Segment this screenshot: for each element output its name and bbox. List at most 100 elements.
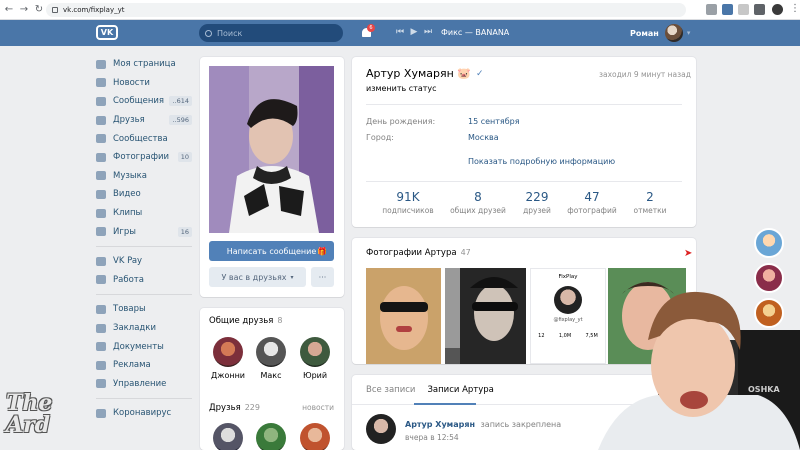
friend-item[interactable] — [293, 423, 337, 450]
city-label: Город: — [366, 133, 394, 142]
lock-icon — [52, 7, 58, 13]
sidebar-item-music[interactable]: Музыка — [96, 167, 196, 186]
write-message-button[interactable]: Написать сообщение 🎁 — [209, 241, 334, 261]
show-more-info-link[interactable]: Показать подробную информацию — [468, 157, 615, 166]
online-status: заходил 9 минут назад — [599, 70, 691, 79]
extension-icon[interactable] — [754, 4, 765, 15]
sidebar-item-photos[interactable]: Фотографии 10 — [96, 148, 196, 167]
divider — [366, 181, 682, 182]
photo-thumbnail-dark[interactable] — [460, 268, 526, 364]
play-icon[interactable]: ▶ — [407, 27, 421, 37]
sidebar-item-video[interactable]: Видео — [96, 185, 196, 204]
avatar — [213, 423, 243, 450]
extension-icon[interactable] — [738, 4, 749, 15]
profile-name: Артур Хумарян 🐷 ✓ — [366, 67, 484, 80]
stat-common-friends[interactable]: 8 общих друзей — [448, 190, 508, 215]
avatar — [300, 423, 330, 450]
side-menu: Моя страница Новости Сообщения ..614 Друз… — [96, 55, 196, 423]
more-actions-button[interactable]: ··· — [311, 267, 334, 287]
previous-track-icon[interactable]: ⏮ — [393, 27, 407, 37]
post-author[interactable]: Артур Хумарян — [405, 420, 475, 429]
sidebar-item-my-page[interactable]: Моя страница — [96, 55, 196, 74]
avatar[interactable] — [366, 414, 396, 444]
reload-icon[interactable]: ↻ — [33, 4, 45, 15]
url-text: vk.com/fixplay_yt — [63, 6, 125, 14]
vk-logo[interactable]: VK — [96, 25, 118, 40]
friend-item[interactable]: Юрий — [293, 337, 337, 380]
photo-thumbnail[interactable] — [366, 268, 441, 364]
sidebar-item-bookmarks[interactable]: Закладки — [96, 319, 196, 338]
sidebar-item-goods[interactable]: Товары — [96, 300, 196, 319]
divider — [366, 104, 682, 105]
goods-icon — [96, 304, 106, 314]
stat-followers[interactable]: 91K подписчиков — [378, 190, 438, 215]
stat-friends[interactable]: 229 друзей — [507, 190, 567, 215]
chair-brand-text: OSHKA — [748, 385, 780, 394]
user-name: Роман — [630, 28, 659, 38]
sidebar-item-clips[interactable]: Клипы — [96, 204, 196, 223]
sidebar-item-games[interactable]: Игры 16 — [96, 222, 196, 241]
extension-icon[interactable] — [706, 4, 717, 15]
photos-header[interactable]: Фотографии Артура 47 — [366, 248, 471, 258]
search-icon — [205, 29, 212, 37]
friend-item[interactable]: Макс — [249, 337, 293, 380]
sidebar-item-ads[interactable]: Реклама — [96, 356, 196, 375]
back-icon[interactable]: ← — [3, 4, 15, 15]
avatar[interactable] — [754, 228, 784, 258]
friend-item[interactable] — [249, 423, 293, 450]
friend-item[interactable] — [206, 423, 250, 450]
photo-thumbnail-profile[interactable]: FixPlay @fixplay_yt 12 1,0M 7,5M — [530, 268, 606, 364]
camera-icon — [96, 152, 106, 162]
tab-owner-posts[interactable]: Записи Артура — [427, 385, 493, 395]
sidebar-item-work[interactable]: Работа — [96, 271, 196, 290]
next-track-icon[interactable]: ⏭ — [421, 27, 435, 37]
mini-profile-handle: @fixplay_yt — [553, 317, 583, 323]
avatar — [664, 24, 683, 42]
verified-icon: ✓ — [475, 68, 484, 79]
birthday-value[interactable]: 15 сентября — [468, 117, 520, 126]
profile-avatar[interactable] — [772, 4, 783, 15]
post-time[interactable]: вчера в 12:54 — [405, 433, 459, 442]
birthday-label: День рождения: — [366, 117, 436, 126]
sidebar-item-documents[interactable]: Документы — [96, 337, 196, 356]
friends-header[interactable]: Друзья 229 новости — [209, 403, 334, 413]
sidebar-item-manage[interactable]: Управление — [96, 375, 196, 394]
track-title[interactable]: Фикс — BANANA — [441, 28, 509, 37]
stat-photos[interactable]: 47 фотографий — [562, 190, 622, 215]
sidebar-item-vkpay[interactable]: VK Pay — [96, 252, 196, 271]
change-status-link[interactable]: изменить статус — [366, 84, 437, 93]
address-bar[interactable]: vk.com/fixplay_yt — [46, 3, 686, 17]
menu-divider — [96, 398, 192, 400]
user-menu[interactable]: Роман ▾ — [630, 24, 690, 42]
profile-photo[interactable] — [209, 66, 334, 233]
sidebar-item-news[interactable]: Новости — [96, 74, 196, 93]
friends-count: ..596 — [169, 115, 192, 126]
work-icon — [96, 275, 106, 285]
search-input[interactable]: Поиск — [199, 24, 343, 42]
friends-icon — [96, 115, 106, 125]
notifications-button[interactable]: 6 — [362, 24, 375, 38]
stat-tags[interactable]: 2 отметки — [620, 190, 680, 215]
friends-status-button[interactable]: У вас в друзьях ▾ — [209, 267, 306, 287]
tab-all-posts[interactable]: Все записи — [366, 385, 415, 395]
menu-icon[interactable]: ⋮ — [789, 3, 800, 14]
forward-icon[interactable]: → — [18, 4, 30, 15]
menu-divider — [96, 294, 192, 296]
friend-item[interactable]: Джонни — [206, 337, 250, 380]
sidebar-item-communities[interactable]: Сообщества — [96, 129, 196, 148]
home-icon — [96, 59, 106, 69]
extension-icon[interactable] — [722, 4, 733, 15]
search-placeholder: Поиск — [217, 28, 243, 38]
messages-count: ..614 — [169, 96, 192, 107]
vk-header: VK Поиск 6 ⏮ ▶ ⏭ Фикс — BANANA Роман ▾ — [0, 20, 800, 46]
common-friends-header[interactable]: Общие друзья 8 — [209, 316, 282, 326]
gift-icon[interactable]: 🎁 — [317, 247, 327, 256]
sidebar-item-coronavirus[interactable]: Коронавирус — [96, 404, 196, 423]
clips-icon — [96, 208, 106, 218]
avatar — [300, 337, 330, 367]
photo-image — [366, 268, 441, 364]
sidebar-item-friends[interactable]: Друзья ..596 — [96, 111, 196, 130]
friends-updates-link[interactable]: новости — [302, 403, 334, 413]
sidebar-item-messages[interactable]: Сообщения ..614 — [96, 92, 196, 111]
city-value[interactable]: Москва — [468, 133, 499, 142]
